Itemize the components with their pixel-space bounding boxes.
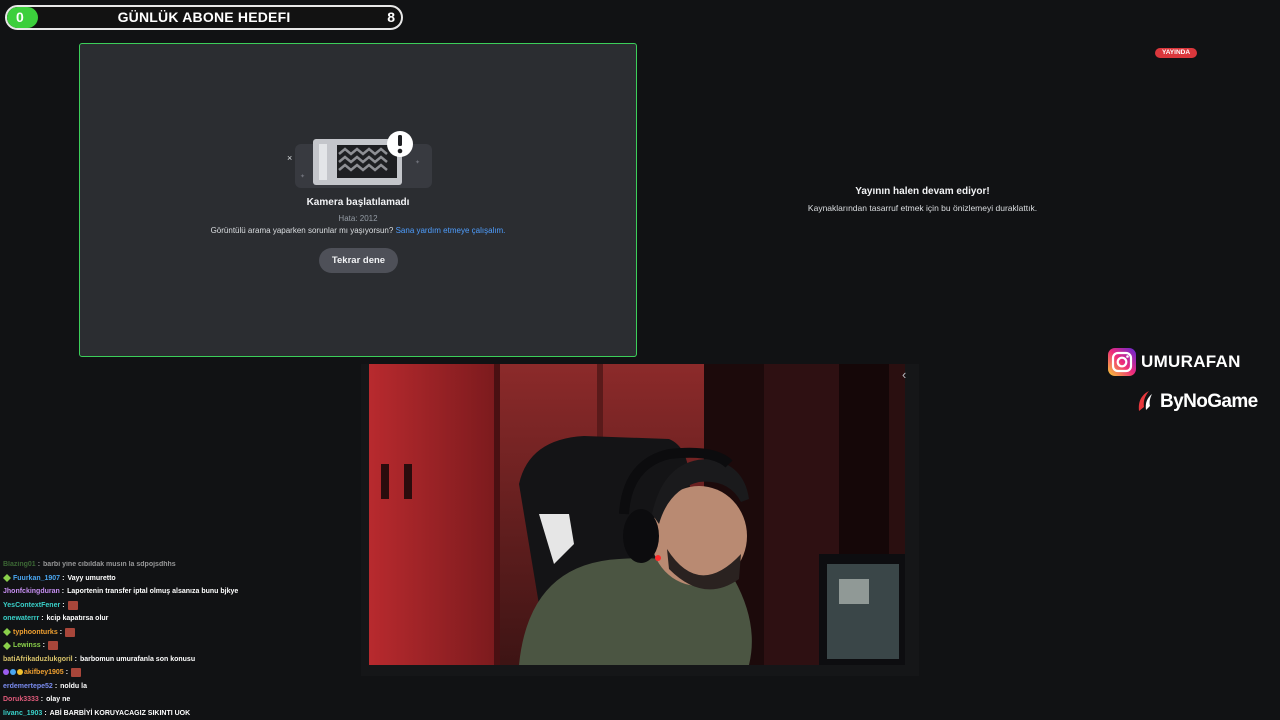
chat-text: barbomun umurafanla son konusu [79,655,196,663]
chat-username: erdemertepe52 [3,682,53,690]
camera-error-title: Kamera başlatılamadı [306,197,410,208]
chat-badge-icon [3,574,11,583]
chat-separator: : [59,628,63,636]
chat-text: olay ne [46,696,71,704]
chat-badge-icon [3,668,9,677]
chat-separator: : [65,669,69,677]
svg-text:✦: ✦ [300,173,305,180]
chat-badge-icon [10,668,16,677]
sponsor-overlay: ByNoGame [1136,390,1258,414]
chat-message: YesContextFener: [3,599,353,613]
chat-text: kcip kapatırsa olur [46,615,109,623]
chat-separator: : [62,574,65,582]
chat-username: onewaterrr [3,615,40,623]
chat-username: typhoonturks [13,628,58,636]
chat-separator: : [74,655,77,663]
chat-separator: : [62,601,65,609]
chat-message: typhoonturks: [3,626,353,640]
chat-message: Fuurkan_1907: Vayy umuretto [3,572,353,586]
chat-separator: : [37,561,41,569]
camera-error-help: Görüntülü arama yaparken sorunlar mı yaş… [80,226,636,235]
chat-message: Doruk3333: olay ne [3,693,353,707]
chat-username: Lewinss [13,642,41,650]
chat-text: noldu la [60,682,87,690]
chat-username: Jhonfckingduran [3,588,60,596]
webcam-video-image [369,364,905,665]
subscriber-goal-bar: 0 GÜNLÜK ABONE HEDEFI 8 [5,5,403,30]
webcam-frame [361,364,919,676]
broken-camera-illustration-icon: × ✦ ✦ [287,131,432,188]
chat-emote-icon [71,668,82,678]
instagram-overlay: UMURAFAN [1107,347,1241,377]
chat-username: akifbey1905 [24,669,64,677]
preview-paused-title: Yayının halen devam ediyor! [855,186,990,197]
chat-message: Blazing01: barbi yine cıbıldak musın la s… [3,558,353,572]
live-badge: YAYINDA [1155,48,1197,58]
chat-overlay: Blazing01: barbi yine cıbıldak musın la s… [3,558,353,720]
goal-title: GÜNLÜK ABONE HEDEFI [117,9,291,25]
goal-target-count: 8 [387,9,395,25]
chat-message: erdemertepe52: noldu la [3,680,353,694]
chat-message: Iivanc_1903: ABİ BARBİYİ KORUYACAGIZ SIKI… [3,707,353,720]
webcam-feed [369,364,905,665]
chat-username: YesContextFener [3,601,61,609]
chat-username: Fuurkan_1907 [13,574,61,582]
chat-separator: : [44,709,47,717]
svg-text:✦: ✦ [415,159,420,166]
chat-emote-icon [67,600,78,610]
chat-emote-icon [65,627,76,637]
chat-username: Iivanc_1903 [3,709,43,717]
camera-error-code: Hata: 2012 [338,214,378,223]
sponsor-name: ByNoGame [1160,391,1258,412]
chat-message: Jhonfckingduran: Laportenin transfer ipta… [3,585,353,599]
chat-separator: : [40,696,44,704]
chat-separator: : [42,642,45,650]
chat-text: barbi yine cıbıldak musın la sdpojsdhhs [43,561,176,569]
chat-badge-icon [17,668,23,677]
camera-help-text: Görüntülü arama yaparken sorunlar mı yaş… [210,226,394,235]
chat-message: akifbey1905: [3,666,353,680]
chat-emote-icon [47,641,58,651]
chat-message: batiAfrikaduzlukgoril: barbomun umurafanl… [3,653,353,667]
chat-text: Laportenin transfer iptal olmuş alsanıza… [67,588,239,596]
bynogame-logo-icon [1138,391,1152,411]
chat-text: Vayy umuretto [67,574,116,582]
chat-message: onewaterrr: kcip kapatırsa olur [3,612,353,626]
camera-help-link[interactable]: Sana yardım etmeye çalışalım. [396,226,506,235]
chat-separator: : [61,588,65,596]
instagram-icon [1108,348,1136,376]
camera-error-panel: × ✦ ✦ Kamera başlatılamadı Hata: 2012 Gö… [79,43,637,357]
chevron-left-icon[interactable]: ‹ [902,368,914,382]
svg-text:×: × [287,153,292,163]
chat-message: Lewinss: [3,639,353,653]
chat-separator: : [54,682,58,690]
chat-separator: : [41,615,44,623]
retry-button[interactable]: Tekrar dene [319,248,398,273]
chat-username: Doruk3333 [3,696,39,704]
chat-text: ABİ BARBİYİ KORUYACAGIZ SIKINTI UOK [49,709,191,717]
chat-username: Blazing01 [3,561,36,569]
chat-username: batiAfrikaduzlukgoril [3,655,73,663]
instagram-handle: UMURAFAN [1141,352,1241,371]
preview-paused-subtitle: Kaynaklarından tasarruf etmek için bu ön… [807,203,1038,213]
chat-badge-icon [3,628,11,637]
chat-badge-icon [3,641,11,650]
